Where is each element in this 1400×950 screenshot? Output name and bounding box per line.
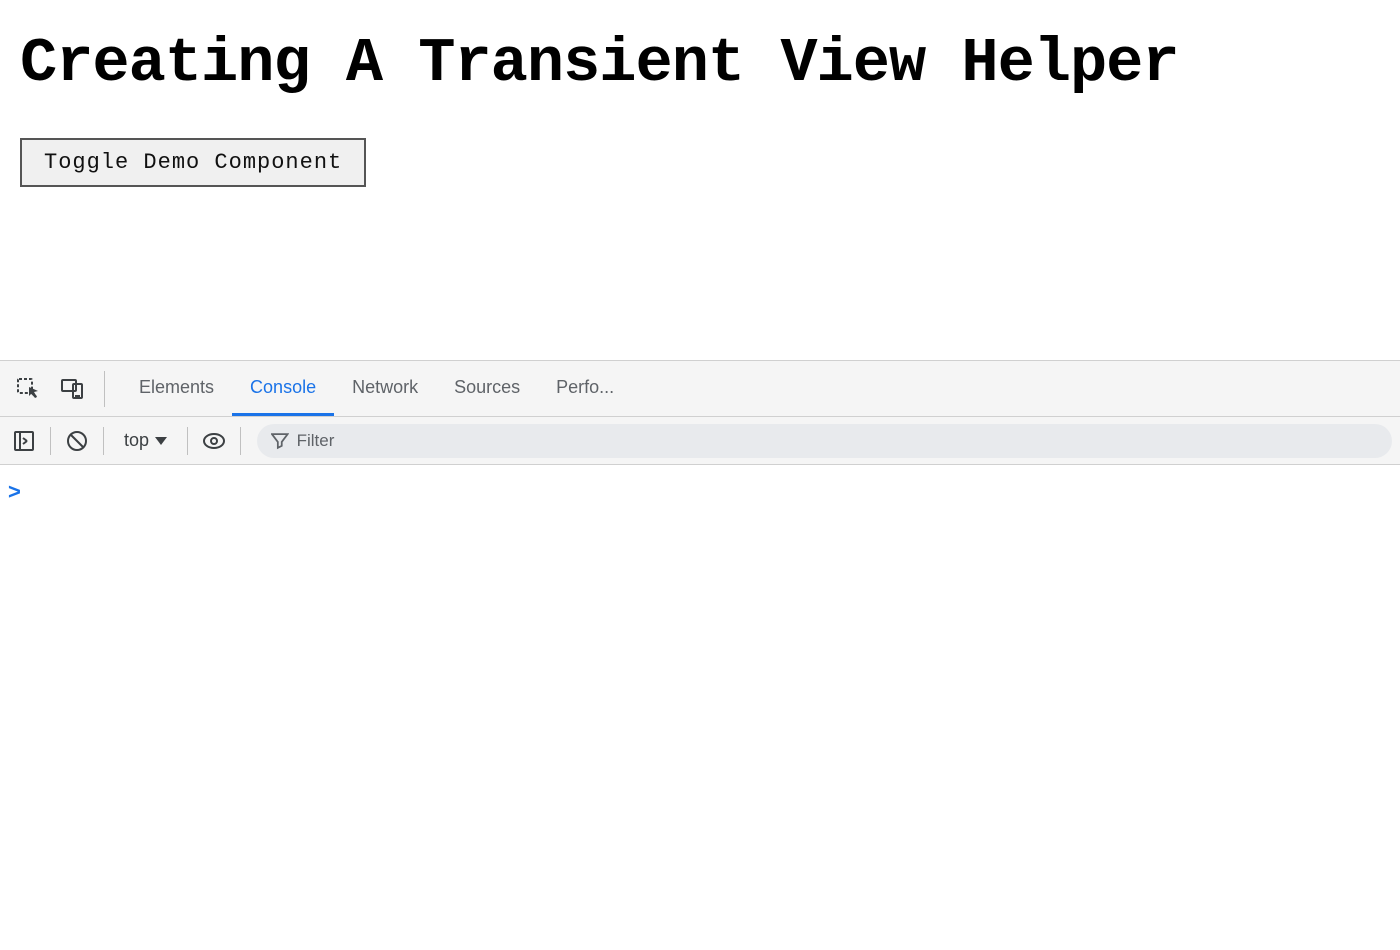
tab-console[interactable]: Console: [232, 361, 334, 416]
tab-network[interactable]: Network: [334, 361, 436, 416]
filter-input[interactable]: [297, 431, 1378, 451]
tab-performance[interactable]: Perfo...: [538, 361, 632, 416]
toolbar-divider-1: [104, 371, 105, 407]
toolbar-icons: [0, 361, 121, 416]
console-toolbar: top: [0, 417, 1400, 465]
tab-sources[interactable]: Sources: [436, 361, 538, 416]
expand-sidebar-icon[interactable]: [8, 425, 40, 457]
chevron-right-icon[interactable]: >: [8, 479, 21, 505]
top-selector[interactable]: top: [114, 426, 177, 455]
eye-icon[interactable]: [198, 425, 230, 457]
filter-icon: [271, 432, 289, 450]
top-selector-label: top: [124, 430, 149, 451]
console-prompt: >: [8, 475, 1392, 509]
dropdown-arrow-icon: [155, 437, 167, 445]
devtools-tabs: Elements Console Network Sources Perfo..…: [121, 361, 1400, 416]
console-output: >: [0, 465, 1400, 950]
console-divider-3: [187, 427, 188, 455]
inspect-icon[interactable]: [10, 371, 46, 407]
page-title: Creating A Transient View Helper: [20, 30, 1380, 98]
toggle-demo-button[interactable]: Toggle Demo Component: [20, 138, 366, 187]
devtools-toolbar: Elements Console Network Sources Perfo..…: [0, 361, 1400, 417]
devtools-panel: Elements Console Network Sources Perfo..…: [0, 360, 1400, 950]
filter-container[interactable]: [257, 424, 1392, 458]
tab-elements[interactable]: Elements: [121, 361, 232, 416]
device-icon[interactable]: [54, 371, 90, 407]
page-content: Creating A Transient View Helper Toggle …: [0, 0, 1400, 360]
console-divider-1: [50, 427, 51, 455]
console-divider-2: [103, 427, 104, 455]
clear-console-icon[interactable]: [61, 425, 93, 457]
console-divider-4: [240, 427, 241, 455]
